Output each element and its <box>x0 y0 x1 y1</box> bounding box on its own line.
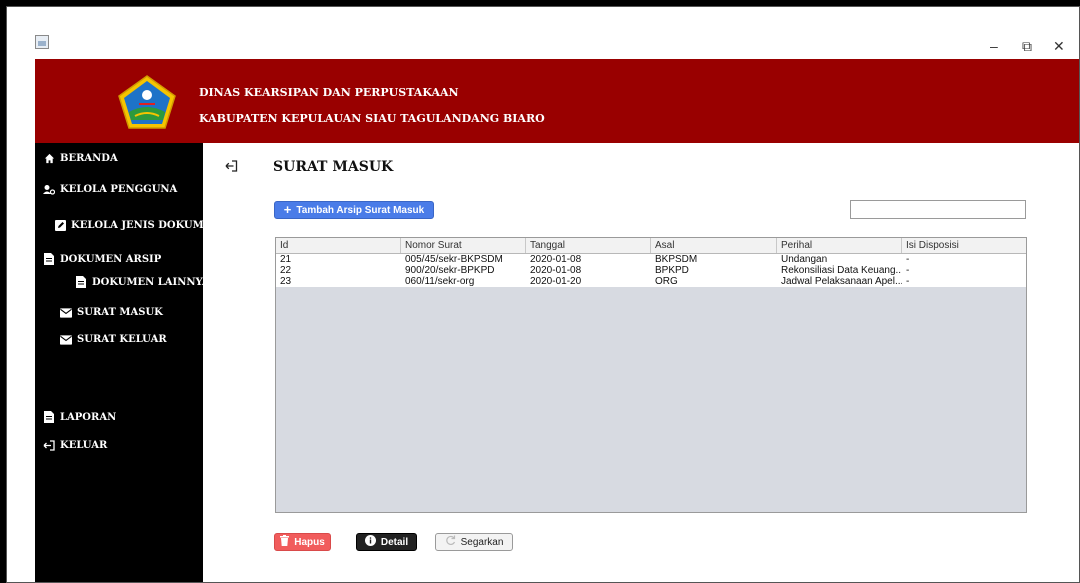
cell-id: 22 <box>280 265 292 276</box>
sidebar-item-label: LAPORAN <box>60 411 117 423</box>
surat-masuk-table: Id Nomor Surat Tanggal Asal Perihal Isi … <box>275 237 1027 513</box>
page-title: SURAT MASUK <box>273 159 394 175</box>
regency-emblem-logo <box>118 75 176 129</box>
table-row[interactable]: 23 060/11/sekr-org 2020-01-20 ORG Jadwal… <box>276 276 1026 287</box>
column-header-tanggal[interactable]: Tanggal <box>526 238 651 253</box>
cell-nomor-surat: 060/11/sekr-org <box>405 276 475 287</box>
column-header-asal[interactable]: Asal <box>651 238 777 253</box>
delete-button-label: Hapus <box>294 536 325 548</box>
back-icon[interactable] <box>225 160 238 175</box>
cell-tanggal: 2020-01-08 <box>530 254 582 265</box>
sidebar-item-label: KELUAR <box>60 440 108 451</box>
sidebar-item-kelola-pengguna[interactable]: KELOLA PENGGUNA <box>43 184 177 195</box>
sidebar-item-label: KELOLA PENGGUNA <box>60 184 178 195</box>
main-content: SURAT MASUK + Tambah Arsip Surat Masuk I… <box>203 143 1079 582</box>
table-body: 21 005/45/sekr-BKPSDM 2020-01-08 BKPSDM … <box>276 254 1026 287</box>
cell-perihal: Rekonsiliasi Data Keuang... <box>781 265 902 276</box>
close-button[interactable]: ✕ <box>1053 39 1065 53</box>
sidebar-menu: BERANDA KELOLA PENGGUNA KELOLA JENIS DOK… <box>35 143 220 582</box>
sign-out-icon <box>43 440 55 451</box>
cell-asal: BPKPD <box>655 265 689 276</box>
edit-icon <box>54 220 66 231</box>
cell-isi-disposisi: - <box>906 265 910 276</box>
java-app-icon <box>35 35 49 49</box>
sidebar-item-laporan[interactable]: LAPORAN <box>43 411 116 423</box>
table-header: Id Nomor Surat Tanggal Asal Perihal Isi … <box>276 238 1026 254</box>
cell-id: 23 <box>280 276 292 287</box>
search-input[interactable] <box>850 200 1026 219</box>
envelope-icon <box>60 307 72 318</box>
title-bar: – ⧉ ✕ <box>7 7 1079 59</box>
cell-asal: ORG <box>655 276 678 287</box>
cell-perihal: Undangan <box>781 254 828 265</box>
cell-tanggal: 2020-01-20 <box>530 276 582 287</box>
column-header-isi-disposisi[interactable]: Isi Disposisi <box>902 238 1026 253</box>
cell-tanggal: 2020-01-08 <box>530 265 582 276</box>
document-icon <box>43 253 55 265</box>
sidebar-item-label: KELOLA JENIS DOKUMEN <box>71 220 221 231</box>
plus-icon: + <box>283 202 292 217</box>
sidebar-item-dokumen-arsip[interactable]: DOKUMEN ARSIP <box>43 253 161 265</box>
delete-button[interactable]: Hapus <box>274 533 331 551</box>
sidebar-item-kelola-jenis-dokumen[interactable]: KELOLA JENIS DOKUMEN <box>54 220 220 231</box>
header-title-line-2: KABUPATEN KEPULAUAN SIAU TAGULANDANG BIA… <box>199 112 545 125</box>
column-header-nomor-surat[interactable]: Nomor Surat <box>401 238 526 253</box>
table-row[interactable]: 21 005/45/sekr-BKPSDM 2020-01-08 BKPSDM … <box>276 254 1026 265</box>
cell-isi-disposisi: - <box>906 276 910 287</box>
refresh-button[interactable]: Segarkan <box>435 533 513 551</box>
table-row[interactable]: 22 900/20/sekr-BPKPD 2020-01-08 BPKPD Re… <box>276 265 1026 276</box>
envelope-icon <box>60 334 72 345</box>
cell-perihal: Jadwal Pelaksanaan Apel... <box>781 276 902 287</box>
sidebar-item-beranda[interactable]: BERANDA <box>43 153 118 164</box>
cell-isi-disposisi: - <box>906 254 910 265</box>
sidebar-item-label: DOKUMEN ARSIP <box>60 253 162 265</box>
document-icon <box>43 411 55 423</box>
detail-button[interactable]: Detail <box>356 533 417 551</box>
cell-nomor-surat: 005/45/sekr-BKPSDM <box>405 254 503 265</box>
sidebar-item-label: BERANDA <box>60 153 118 164</box>
sidebar-item-label: SURAT KELUAR <box>77 334 167 345</box>
add-button-label: Tambah Arsip Surat Masuk <box>296 204 425 216</box>
sidebar-item-label: DOKUMEN LAINNYA <box>92 276 210 288</box>
refresh-icon <box>445 535 456 549</box>
users-cog-icon <box>43 184 55 195</box>
add-surat-masuk-button[interactable]: + Tambah Arsip Surat Masuk <box>274 201 434 219</box>
document-icon <box>75 276 87 288</box>
sidebar-item-label: SURAT MASUK <box>77 307 163 318</box>
sidebar-item-surat-masuk[interactable]: SURAT MASUK <box>60 307 163 318</box>
detail-button-label: Detail <box>380 536 409 548</box>
header-title-line-1: DINAS KEARSIPAN DAN PERPUSTAKAAN <box>199 86 459 99</box>
home-icon <box>43 153 55 164</box>
column-header-perihal[interactable]: Perihal <box>777 238 902 253</box>
refresh-button-label: Segarkan <box>460 536 504 548</box>
app-header: DINAS KEARSIPAN DAN PERPUSTAKAAN KABUPAT… <box>35 59 1079 143</box>
info-icon <box>364 535 376 549</box>
cell-id: 21 <box>280 254 292 265</box>
sidebar-item-dokumen-lainnya[interactable]: DOKUMEN LAINNYA <box>75 276 210 288</box>
app-window: – ⧉ ✕ DINAS KEARSIPAN DAN PERPUSTAKAAN K… <box>6 6 1080 583</box>
trash-icon <box>280 535 290 549</box>
restore-button[interactable]: ⧉ <box>1022 39 1032 53</box>
sidebar-item-surat-keluar[interactable]: SURAT KELUAR <box>60 334 167 345</box>
sidebar-item-keluar[interactable]: KELUAR <box>43 440 107 451</box>
cell-nomor-surat: 900/20/sekr-BPKPD <box>405 265 495 276</box>
minimize-button[interactable]: – <box>990 39 998 53</box>
cell-asal: BKPSDM <box>655 254 698 265</box>
column-header-id[interactable]: Id <box>276 238 401 253</box>
